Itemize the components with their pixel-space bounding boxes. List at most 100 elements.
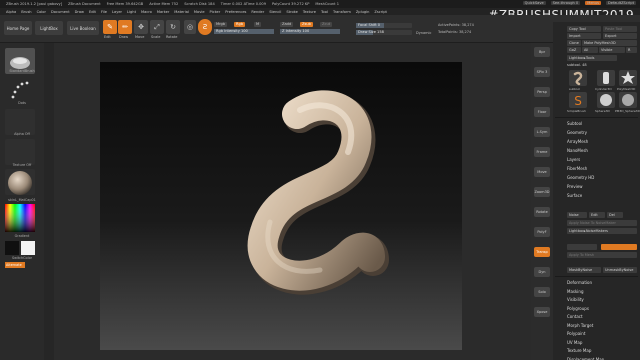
rotate-icon[interactable]: ↻ [166,20,180,34]
import-button[interactable]: Import [567,33,601,39]
zcut-toggle[interactable]: Zcut [320,22,333,27]
palette-menu-geometry-hd[interactable]: Geometry HD [567,175,594,180]
palette-menu-preview[interactable]: Preview [567,184,583,189]
move-icon[interactable]: ✥ [134,20,148,34]
shelf-xpose-button[interactable]: Xpose [534,307,550,317]
palette-menu-deformation[interactable]: Deformation [567,280,592,285]
menu-macro[interactable]: Macro [141,10,152,14]
menu-stencil[interactable]: Stencil [269,10,281,14]
menu-alpha[interactable]: Alpha [6,10,16,14]
palette-menu-uv-map[interactable]: UV Map [567,340,582,345]
palette-menu-polygroups[interactable]: Polygroups [567,306,589,311]
shelf-zoom3d-button[interactable]: Zoom3D [534,187,550,197]
zbrush-logo-icon[interactable]: Ƨ [198,19,212,35]
lightbox-tools-button[interactable]: Lightbox▸Tools [567,55,617,61]
unmask-by-noise-button[interactable]: UnmaskByNoise [603,267,637,273]
alternate-button[interactable]: Alternate [5,262,25,268]
menu-draw[interactable]: Draw [75,10,84,14]
menu-tool[interactable]: Tool [321,10,328,14]
shelf-move-button[interactable]: Move [534,167,550,177]
menu-edit[interactable]: Edit [89,10,96,14]
simple-brush-thumb[interactable]: S [569,92,587,108]
shelf-rotate-button[interactable]: Rotate [534,207,550,217]
goz-button[interactable]: GoZ [567,47,581,53]
palette-menu-masking[interactable]: Masking [567,289,584,294]
palette-menu-visibility[interactable]: Visibility [567,297,584,302]
stroke-thumbnail[interactable] [5,77,35,103]
shelf-dyn-button[interactable]: Dyn [534,267,550,277]
lightbox-noisemakers-button[interactable]: Lightbox▸NoiseMakers [567,228,637,234]
menu-material[interactable]: Material [174,10,189,14]
noise-button[interactable]: Noise [567,212,587,218]
switch-color-button[interactable]: SwitchColor [2,256,42,260]
z-intensity-slider[interactable]: Z Intensity 100 [280,29,340,34]
apply-to-mesh-button[interactable]: Apply To Mesh [567,252,637,258]
texture-thumbnail[interactable] [5,139,35,165]
mask-by-noise-button[interactable]: MaskByNoise [567,267,601,273]
live-boolean-button[interactable]: Live Boolean [67,21,99,35]
menu-brush[interactable]: Brush [21,10,31,14]
mrgb-toggle[interactable]: Mrgb [214,22,228,27]
dynamic-toggle[interactable]: Dynamic [416,31,431,35]
cylinder-thumb[interactable] [597,70,615,86]
zadd-toggle[interactable]: Zadd [280,22,294,27]
palette-menu-contact[interactable]: Contact [567,314,583,319]
m-toggle[interactable]: M [254,22,262,27]
shelf-l-sym-button[interactable]: L.Sym [534,127,550,137]
menus-button[interactable]: Menus [585,1,601,5]
shelf-frame-button[interactable]: Frame [534,147,550,157]
palette-menu-subtool[interactable]: Subtool [567,121,582,126]
draw-size-slider[interactable]: Draw Size 158 [356,30,412,35]
palette-menu-fibermesh[interactable]: FiberMesh [567,166,587,171]
secondary-color-swatch[interactable] [21,241,35,255]
menu-movie[interactable]: Movie [194,10,205,14]
shelf-polyf-button[interactable]: PolyF [534,227,550,237]
shelf-transp-button[interactable]: Transp [534,247,550,257]
color-picker[interactable] [5,204,35,232]
palette-menu-texture-map[interactable]: Texture Map [567,348,591,353]
brush-circle-icon[interactable]: ◎ [184,20,196,34]
palette-menu-morph-target[interactable]: Morph Target [567,323,593,328]
palette-menu-geometry[interactable]: Geometry [567,130,587,135]
noise-edit-button[interactable]: Edit [589,212,605,218]
draw-icon[interactable]: ✏ [118,20,132,34]
menu-picker[interactable]: Picker [210,10,221,14]
surface-row-button[interactable] [567,244,597,250]
mesh-canvas[interactable] [100,62,462,350]
material-thumbnail[interactable] [5,169,35,195]
menu-light[interactable]: Light [127,10,136,14]
quicksave-button[interactable]: QuickSave [522,1,546,5]
menu-texture[interactable]: Texture [303,10,316,14]
r-button[interactable]: R [626,47,637,53]
shelf-spix-3-button[interactable]: SPix 3 [534,67,550,77]
scale-icon[interactable]: ⤢ [150,20,164,34]
see-through-slider[interactable]: See-through 0 [550,1,581,5]
palette-menu-arraymesh[interactable]: ArrayMesh [567,139,588,144]
subtool-thumb[interactable] [569,70,587,86]
menu-marker[interactable]: Marker [157,10,169,14]
surface-slider-active[interactable] [601,244,637,250]
copy-tool-button[interactable]: Copy Tool [567,26,601,32]
menu-preferences[interactable]: Preferences [225,10,246,14]
palette-menu-nanomesh[interactable]: NanoMesh [567,148,588,153]
rgb-toggle[interactable]: Rgb [234,22,246,27]
noise-del-button[interactable]: Del [607,212,623,218]
palette-menu-displacement-map[interactable]: Displacement Map [567,357,604,360]
menu-file[interactable]: File [101,10,107,14]
menu-render[interactable]: Render [251,10,264,14]
shelf-floor-button[interactable]: Floor [534,107,550,117]
all-button[interactable]: All [582,47,598,53]
apply-noise-button[interactable]: Apply Noise To NoiseMaker [567,220,637,226]
canvas-viewport[interactable] [100,62,462,350]
shelf-solo-button[interactable]: Solo [534,287,550,297]
export-button[interactable]: Export [603,33,637,39]
home-page-button[interactable]: Home Page [4,21,32,35]
rgb-intensity-slider[interactable]: Rgb Intensity 100 [214,29,274,34]
main-color-swatch[interactable] [5,241,19,255]
pm3d-sphere-thumb[interactable] [619,92,637,108]
menu-color[interactable]: Color [37,10,46,14]
zsub-toggle-active[interactable]: Zsub [300,22,313,27]
menu-document[interactable]: Document [51,10,70,14]
paste-tool-button[interactable]: Paste Tool [603,26,637,32]
shelf-bpr-button[interactable]: Bpr [534,47,550,57]
